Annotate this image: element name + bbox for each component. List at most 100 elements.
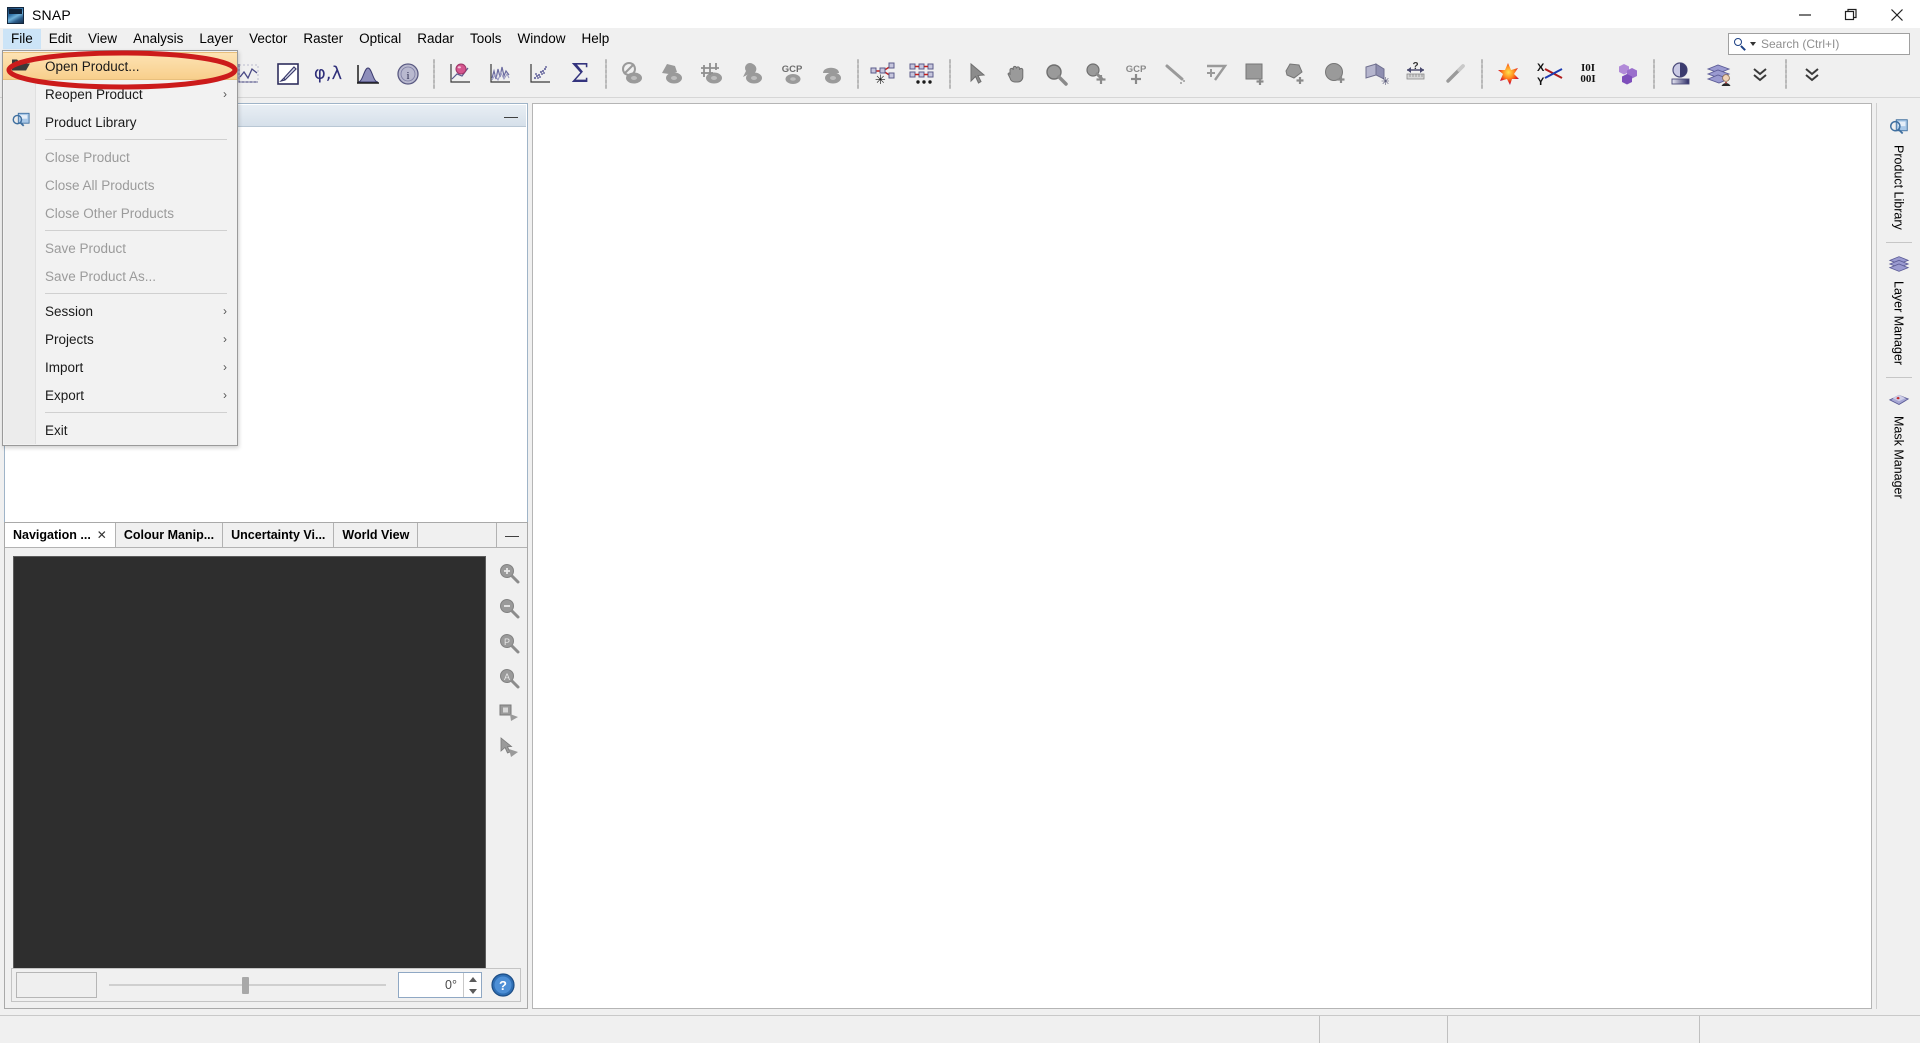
geo-coding-button[interactable]: φ,λ bbox=[308, 54, 348, 94]
xy-scatter-button[interactable]: X Y bbox=[1528, 54, 1568, 94]
search-box[interactable] bbox=[1728, 33, 1911, 55]
menu-optical[interactable]: Optical bbox=[351, 29, 409, 49]
menu-item-reopen-product[interactable]: Reopen Product › bbox=[3, 80, 237, 108]
menu-tools[interactable]: Tools bbox=[462, 29, 510, 49]
rotation-spinner[interactable]: 0° bbox=[398, 972, 482, 998]
toolbar-separator bbox=[1481, 58, 1483, 89]
menu-radar[interactable]: Radar bbox=[409, 29, 462, 49]
tab-colour-manipulation[interactable]: Colour Manip... bbox=[115, 523, 224, 547]
zoom-all-button[interactable]: A bbox=[495, 664, 523, 692]
navigation-panel: Navigation ... ✕ Colour Manip... Uncerta… bbox=[4, 522, 528, 1009]
maximize-button[interactable] bbox=[1828, 0, 1874, 30]
pin-tool-button[interactable] bbox=[1076, 54, 1116, 94]
navigation-thumbnail-canvas[interactable] bbox=[13, 556, 486, 976]
line-drawing-tool-button[interactable] bbox=[1156, 54, 1196, 94]
graticule-overlay-button[interactable] bbox=[692, 54, 732, 94]
binary-data-button[interactable]: I0I 00I bbox=[1568, 54, 1608, 94]
right-tab-layer-manager[interactable]: Layer Manager bbox=[1879, 245, 1919, 375]
rotation-spinner-arrows[interactable] bbox=[463, 973, 481, 997]
gcp-tool-button[interactable]: GCP bbox=[1116, 54, 1156, 94]
menu-window[interactable]: Window bbox=[510, 29, 574, 49]
menu-item-projects[interactable]: Projects › bbox=[3, 325, 237, 353]
pin-overlay-button[interactable] bbox=[732, 54, 772, 94]
zoom-tool-button[interactable] bbox=[1036, 54, 1076, 94]
tab-navigation[interactable]: Navigation ... ✕ bbox=[5, 523, 116, 547]
menu-layer[interactable]: Layer bbox=[191, 29, 241, 49]
sync-views-button[interactable] bbox=[495, 699, 523, 727]
magic-wand-button[interactable] bbox=[1436, 54, 1476, 94]
zoom-to-pixel-button[interactable]: P bbox=[495, 629, 523, 657]
menu-item-projects-label: Projects bbox=[45, 331, 94, 347]
tab-navigation-close-icon[interactable]: ✕ bbox=[97, 528, 107, 542]
contrast-button[interactable] bbox=[1660, 54, 1700, 94]
layer-manager-button[interactable] bbox=[1700, 54, 1740, 94]
zoom-factor-field[interactable] bbox=[16, 972, 97, 998]
rotation-decrease-icon[interactable] bbox=[468, 988, 477, 994]
spectrum-view-button[interactable] bbox=[480, 54, 520, 94]
title-bar: SNAP bbox=[0, 0, 1920, 30]
zoom-out-button[interactable] bbox=[495, 594, 523, 622]
gcp-overlay-button[interactable]: GCP bbox=[772, 54, 812, 94]
correlative-plot-button[interactable] bbox=[520, 54, 560, 94]
svg-text:?: ? bbox=[1412, 61, 1418, 72]
toolbar-overflow-button[interactable] bbox=[1740, 54, 1780, 94]
menu-item-close-product-label: Close Product bbox=[45, 149, 130, 165]
menu-item-export[interactable]: Export › bbox=[3, 381, 237, 409]
colour-star-button[interactable] bbox=[1488, 54, 1528, 94]
menu-item-close-all-products-label: Close All Products bbox=[45, 177, 155, 193]
colour-manipulation-button[interactable] bbox=[268, 54, 308, 94]
open-folder-icon bbox=[11, 57, 31, 76]
no-data-overlay-button[interactable] bbox=[612, 54, 652, 94]
menu-raster[interactable]: Raster bbox=[295, 29, 351, 49]
zoom-slider[interactable] bbox=[105, 972, 390, 998]
histogram-button[interactable] bbox=[348, 54, 388, 94]
product-library-icon bbox=[1889, 119, 1908, 135]
search-dropdown-caret-icon[interactable] bbox=[1750, 42, 1756, 46]
magic-stick-tool-button[interactable]: ✳ bbox=[1356, 54, 1396, 94]
menu-help[interactable]: Help bbox=[574, 29, 618, 49]
menu-item-import[interactable]: Import › bbox=[3, 353, 237, 381]
range-finder-tool-button[interactable]: ? bbox=[1396, 54, 1436, 94]
navigation-minimize-button[interactable]: — bbox=[497, 523, 527, 547]
menu-item-exit[interactable]: Exit bbox=[3, 416, 237, 444]
menu-item-open-product[interactable]: Open Product... bbox=[3, 52, 237, 80]
search-input[interactable] bbox=[1761, 37, 1911, 51]
statistics-button[interactable]: Σ bbox=[560, 54, 600, 94]
minimize-button[interactable] bbox=[1782, 0, 1828, 30]
rectangle-drawing-tool-button[interactable] bbox=[1236, 54, 1276, 94]
help-button[interactable]: ? bbox=[490, 972, 516, 998]
ellipse-drawing-tool-button[interactable] bbox=[1316, 54, 1356, 94]
right-tab-product-library[interactable]: Product Library bbox=[1879, 109, 1919, 240]
information-button[interactable]: i bbox=[388, 54, 428, 94]
menu-vector[interactable]: Vector bbox=[241, 29, 295, 49]
mask-overlay-button[interactable] bbox=[812, 54, 852, 94]
selection-tool-button[interactable] bbox=[956, 54, 996, 94]
menu-item-session[interactable]: Session › bbox=[3, 297, 237, 325]
menu-item-product-library[interactable]: Product Library bbox=[3, 108, 237, 136]
menu-analysis[interactable]: Analysis bbox=[125, 29, 191, 49]
polygon-drawing-tool-button[interactable] bbox=[1276, 54, 1316, 94]
geometry-overlay-button[interactable] bbox=[652, 54, 692, 94]
cluster-analysis-button[interactable] bbox=[1608, 54, 1648, 94]
menu-file[interactable]: File bbox=[3, 29, 41, 49]
sync-cursors-button[interactable] bbox=[495, 734, 523, 762]
right-tab-mask-manager[interactable]: Mask Manager bbox=[1879, 380, 1919, 509]
product-explorer-minimize-button[interactable]: — bbox=[498, 106, 524, 126]
tab-uncertainty-visualisation[interactable]: Uncertainty Vi... bbox=[223, 523, 335, 547]
menu-edit[interactable]: Edit bbox=[41, 29, 80, 49]
tab-world-view[interactable]: World View bbox=[334, 523, 419, 547]
menu-view[interactable]: View bbox=[80, 29, 125, 49]
polyline-drawing-tool-button[interactable] bbox=[1196, 54, 1236, 94]
batch-processing-button[interactable] bbox=[904, 54, 944, 94]
document-workspace[interactable] bbox=[532, 103, 1872, 1009]
file-menu-popup[interactable]: Open Product... Reopen Product › Product… bbox=[2, 50, 238, 446]
close-button[interactable] bbox=[1874, 0, 1920, 30]
toolbar-expand-button[interactable] bbox=[1792, 54, 1832, 94]
pan-tool-button[interactable] bbox=[996, 54, 1036, 94]
scatter-plot-button[interactable] bbox=[440, 54, 480, 94]
zoom-slider-thumb[interactable] bbox=[241, 977, 249, 994]
snap-logo-icon bbox=[7, 6, 24, 24]
rotation-increase-icon[interactable] bbox=[468, 976, 477, 982]
graph-builder-button[interactable]: ✳ bbox=[864, 54, 904, 94]
zoom-in-button[interactable] bbox=[495, 559, 523, 587]
